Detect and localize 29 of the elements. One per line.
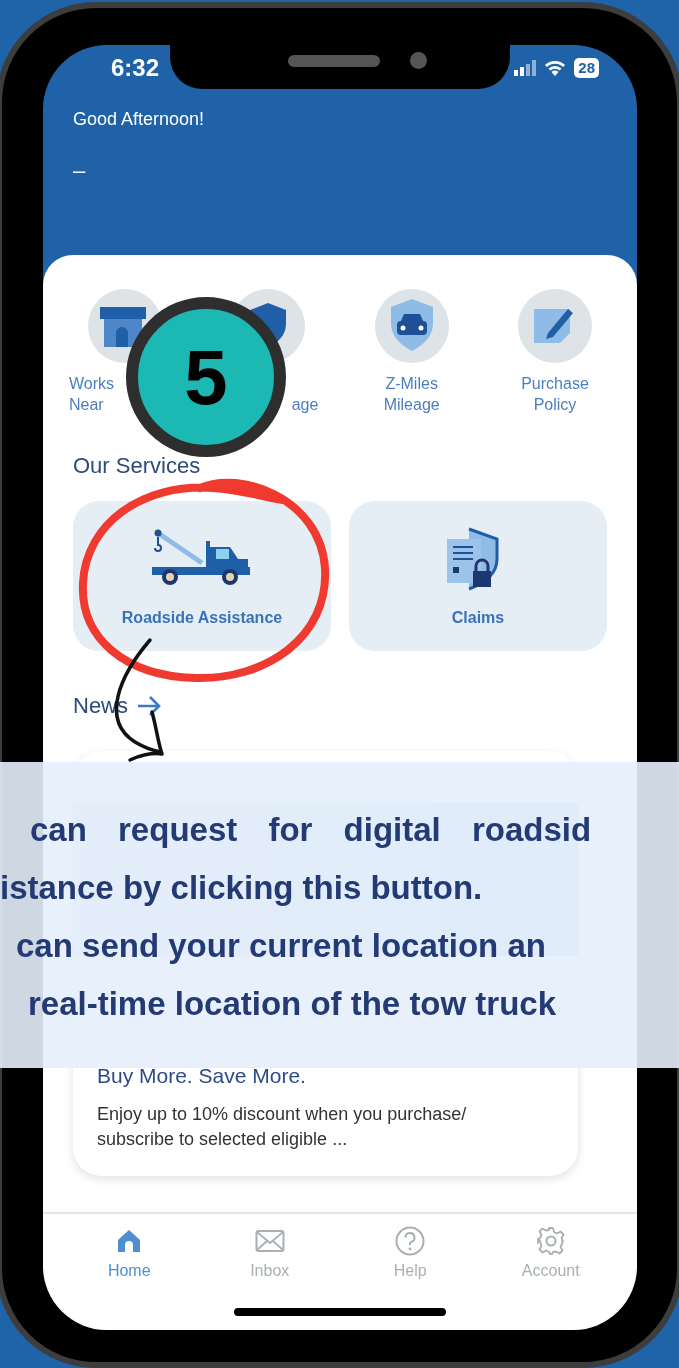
service-button[interactable]: Roadside Assistance xyxy=(73,501,331,651)
tab-button[interactable]: Account xyxy=(500,1226,601,1296)
battery-level: 28 xyxy=(574,58,599,78)
service-button[interactable]: Claims xyxy=(349,501,607,651)
user-name: – xyxy=(73,158,87,184)
promo-title: Buy More. Save More. xyxy=(97,1064,307,1088)
tab-button[interactable]: Home xyxy=(79,1226,180,1296)
caption-line: can send your current location an xyxy=(16,926,546,966)
arrow-right-icon[interactable] xyxy=(136,695,162,717)
promo-description: Enjoy up to 10% discount when you purchase/ subscribe to selected eligible ... xyxy=(97,1103,468,1151)
signal-icon xyxy=(514,60,537,76)
pencil-note-icon xyxy=(518,289,592,363)
home-icon xyxy=(116,1228,143,1254)
caption-line: can request for digital roadsid xyxy=(30,810,592,850)
wifi-icon xyxy=(544,60,567,76)
settings-icon xyxy=(535,1226,566,1256)
status-time: 6:32 xyxy=(111,54,160,82)
caption-line: istance by clicking this button. xyxy=(0,868,483,908)
quick-action-label[interactable]: age xyxy=(291,373,319,415)
tab-button[interactable]: Help xyxy=(360,1226,461,1296)
envelope-icon xyxy=(254,1229,285,1253)
car-shield-icon xyxy=(374,289,449,363)
tab-button[interactable]: Inbox xyxy=(219,1226,320,1296)
quick-action-label[interactable]: Works Near xyxy=(69,373,115,415)
quick-action-label[interactable]: Z-Miles Mileage xyxy=(351,373,472,415)
caption-line: real-time location of the tow truck xyxy=(28,984,557,1024)
quick-action-label[interactable]: Purchase Policy xyxy=(495,373,615,415)
help-icon xyxy=(395,1226,426,1256)
greeting-text: Good Afternoon! xyxy=(73,109,206,130)
